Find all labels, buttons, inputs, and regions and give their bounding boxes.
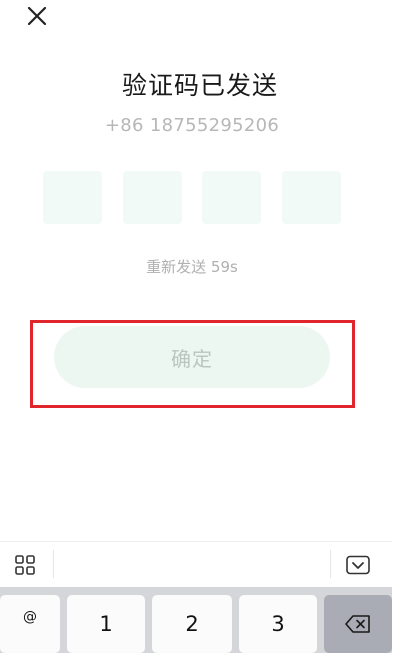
key-3[interactable]: 3: [239, 595, 317, 653]
code-input-4[interactable]: [282, 171, 341, 224]
grid-icon: [15, 555, 35, 575]
verification-screen: 验证码已发送 +86 18755295206 重新发送 59s 确定 @ 1 2…: [0, 0, 400, 653]
close-icon: [27, 6, 47, 26]
phone-number: +86 18755295206: [104, 115, 280, 136]
delete-key[interactable]: [324, 595, 392, 653]
numeric-keyboard: @ 1 2 3: [0, 587, 392, 653]
highlight-box: [30, 320, 355, 408]
code-input-1[interactable]: [43, 171, 102, 224]
backspace-icon: [345, 615, 370, 633]
key-1[interactable]: 1: [67, 595, 145, 653]
code-input-3[interactable]: [202, 171, 261, 224]
code-input-2[interactable]: [123, 171, 182, 224]
edge-strip: [392, 0, 400, 653]
grid-button[interactable]: [15, 555, 35, 575]
page-title: 验证码已发送: [121, 71, 278, 100]
keyboard-hide-icon: [346, 555, 370, 575]
toolbar-divider: [53, 550, 54, 578]
key-2[interactable]: 2: [152, 595, 232, 653]
toolbar-divider: [330, 550, 331, 578]
keyboard-toolbar: [0, 541, 392, 587]
code-input-group: [43, 171, 343, 226]
keyboard-hide-button[interactable]: [346, 555, 370, 575]
key-at[interactable]: @: [0, 595, 60, 653]
resend-countdown[interactable]: 重新发送 59s: [0, 256, 384, 277]
close-button[interactable]: [24, 3, 50, 29]
